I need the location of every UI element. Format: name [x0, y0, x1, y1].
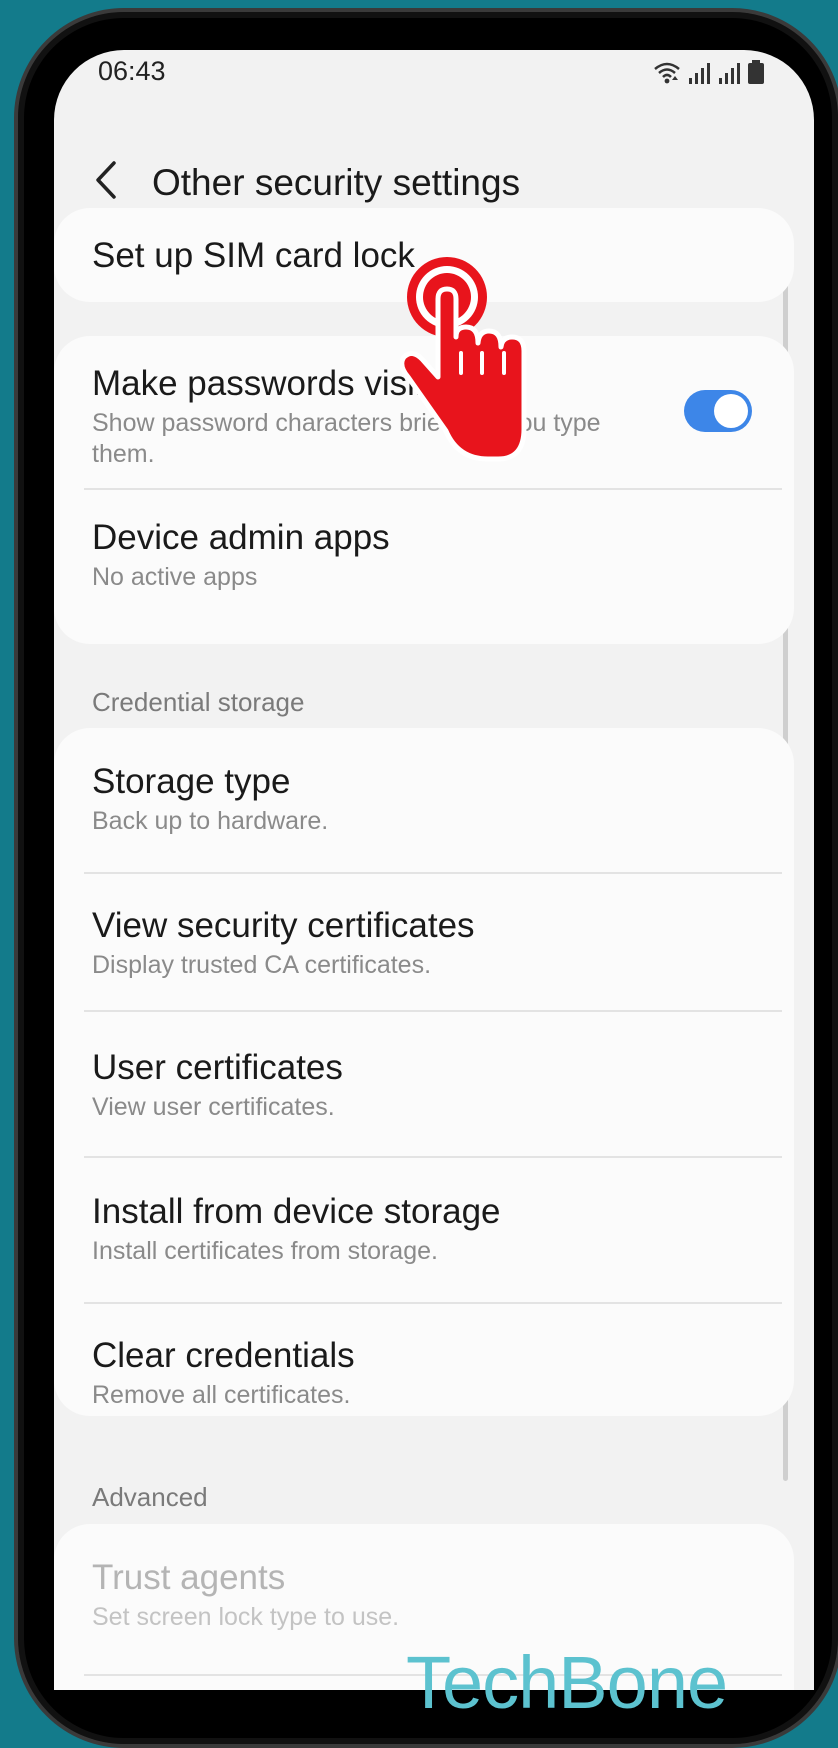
- clear-credentials-title: Clear credentials: [92, 1336, 355, 1375]
- install-from-device-storage-row[interactable]: Install from device storage Install cert…: [54, 1158, 794, 1302]
- install-from-device-storage-title: Install from device storage: [92, 1192, 501, 1231]
- toggle-knob: [714, 394, 748, 428]
- status-bar: 06:43: [54, 50, 814, 130]
- advanced-label: Advanced: [92, 1482, 208, 1512]
- user-certificates-subtitle: View user certificates.: [92, 1093, 335, 1121]
- device-admin-apps-row[interactable]: Device admin apps No active apps: [54, 490, 794, 640]
- trust-agents-title: Trust agents: [92, 1558, 286, 1597]
- device-admin-apps-title: Device admin apps: [92, 518, 390, 557]
- watermark: TechBone: [406, 1641, 728, 1724]
- user-certificates-title: User certificates: [92, 1048, 343, 1087]
- clear-credentials-row[interactable]: Clear credentials Remove all certificate…: [54, 1304, 794, 1416]
- storage-type-row[interactable]: Storage type Back up to hardware.: [54, 728, 794, 872]
- view-security-certificates-subtitle: Display trusted CA certificates.: [92, 951, 432, 979]
- storage-type-subtitle: Back up to hardware.: [92, 807, 329, 835]
- sim-lock-title: Set up SIM card lock: [92, 236, 415, 275]
- tap-hand-icon: [400, 257, 527, 462]
- credential-storage-label: Credential storage: [92, 687, 305, 717]
- credential-storage-card: Storage type Back up to hardware. View s…: [54, 728, 794, 1416]
- page-title: Other security settings: [152, 162, 521, 203]
- storage-type-title: Storage type: [92, 762, 291, 801]
- battery-icon: [748, 60, 764, 84]
- wifi-icon: [654, 62, 680, 84]
- back-button[interactable]: [84, 158, 128, 202]
- device-admin-apps-subtitle: No active apps: [92, 563, 258, 591]
- trust-agents-subtitle: Set screen lock type to use.: [92, 1603, 400, 1631]
- view-security-certificates-title: View security certificates: [92, 906, 475, 945]
- make-passwords-visible-toggle[interactable]: [684, 390, 752, 432]
- signal-icon: [719, 63, 740, 84]
- chevron-left-icon: [96, 161, 116, 199]
- signal-icon: [689, 63, 710, 84]
- status-time: 06:43: [98, 56, 166, 86]
- status-icons: [654, 58, 764, 84]
- clear-credentials-subtitle: Remove all certificates.: [92, 1381, 351, 1409]
- view-security-certificates-row[interactable]: View security certificates Display trust…: [54, 874, 794, 1010]
- install-from-device-storage-subtitle: Install certificates from storage.: [92, 1237, 438, 1265]
- make-passwords-visible-subtitle-2: them.: [92, 440, 155, 468]
- user-certificates-row[interactable]: User certificates View user certificates…: [54, 1012, 794, 1156]
